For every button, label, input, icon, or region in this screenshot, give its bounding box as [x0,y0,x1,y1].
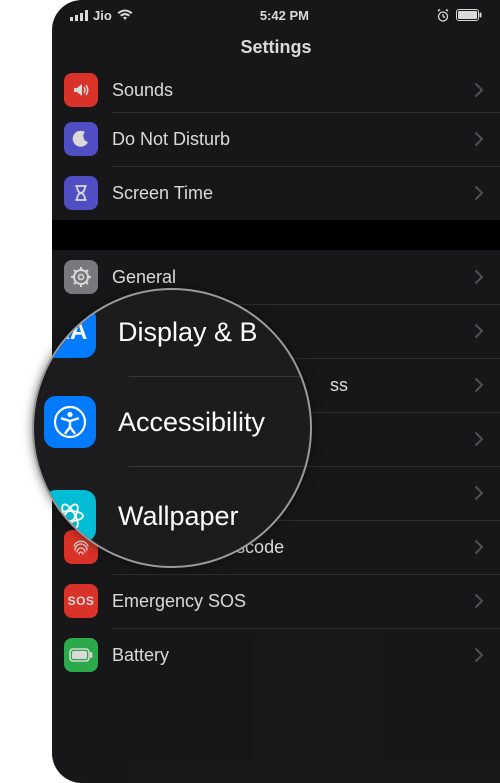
display-icon: AA [44,306,96,358]
row-label: Sounds [112,80,475,101]
wallpaper-icon [44,490,96,542]
page-title: Settings [240,37,311,58]
row-screen-time[interactable]: Screen Time [52,166,500,220]
row-label: Emergency SOS [112,591,475,612]
chevron-right-icon [475,132,484,146]
carrier-label: Jio [93,8,112,23]
chevron-right-icon [475,540,484,554]
chevron-right-icon [475,486,484,500]
magnifier-overlay: AA Display & B Accessibility Wallpaper [32,288,312,568]
row-sounds[interactable]: Sounds [52,68,500,112]
chevron-right-icon [475,186,484,200]
chevron-right-icon [475,83,484,97]
nav-bar: Settings [52,26,500,68]
magnified-display-label: Display & B [118,317,258,348]
chevron-right-icon [475,648,484,662]
chevron-right-icon [475,378,484,392]
row-battery[interactable]: Battery [52,628,500,682]
row-label: Battery [112,645,475,666]
row-emergency-sos[interactable]: SOS Emergency SOS [52,574,500,628]
status-bar: Jio 5:42 PM [52,0,500,26]
clock: 5:42 PM [260,8,309,23]
gear-icon [64,260,98,294]
row-label: General [112,267,475,288]
signal-icon [70,10,88,21]
chevron-right-icon [475,270,484,284]
sounds-icon [64,73,98,107]
chevron-right-icon [475,432,484,446]
magnified-accessibility-label: Accessibility [118,407,265,438]
accessibility-icon [44,396,96,448]
section-separator [52,220,500,250]
magnified-wallpaper-label: Wallpaper [118,501,239,532]
battery-row-icon [64,638,98,672]
chevron-right-icon [475,594,484,608]
battery-icon [456,9,482,21]
moon-icon [64,122,98,156]
chevron-right-icon [475,324,484,338]
row-label: Do Not Disturb [112,129,475,150]
row-general[interactable]: General [52,250,500,304]
hourglass-icon [64,176,98,210]
row-label: Screen Time [112,183,475,204]
alarm-icon [436,9,450,22]
wifi-icon [117,9,133,21]
row-do-not-disturb[interactable]: Do Not Disturb [52,112,500,166]
sos-icon: SOS [64,584,98,618]
